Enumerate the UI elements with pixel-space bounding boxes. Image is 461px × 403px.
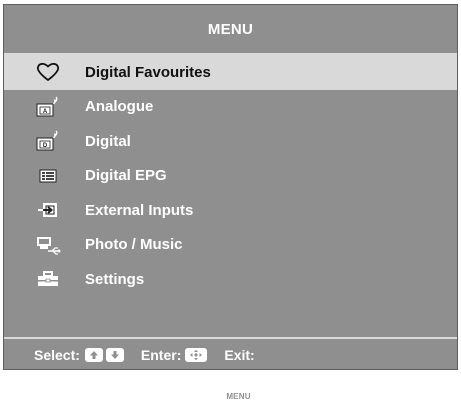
menu-list: Digital Favourites A Analogue D Digital … <box>4 55 457 297</box>
menu-item-digital-favourites[interactable]: Digital Favourites <box>4 55 457 90</box>
svg-text:D: D <box>43 143 48 149</box>
external-input-icon <box>34 199 62 221</box>
menu-item-digital[interactable]: D Digital <box>4 124 457 159</box>
enter-hint: Enter: <box>140 347 208 363</box>
menu-item-external-inputs[interactable]: External Inputs <box>4 193 457 228</box>
select-hint: Select: <box>34 347 124 363</box>
menu-item-label: Digital EPG <box>85 167 167 185</box>
svg-text:A: A <box>43 109 48 115</box>
menu-item-analogue[interactable]: A Analogue <box>4 90 457 125</box>
analogue-tv-icon: A <box>34 96 62 118</box>
usb-media-icon <box>34 234 62 256</box>
epg-guide-icon <box>34 165 62 187</box>
exit-hint: Exit: MENU <box>8 347 461 403</box>
arrow-up-icon <box>84 348 103 362</box>
menu-item-label: Photo / Music <box>85 236 183 254</box>
select-label: Select: <box>34 347 80 363</box>
menu-header: MENU <box>4 5 457 53</box>
menu-item-label: Digital Favourites <box>85 63 211 81</box>
menu-item-photo-music[interactable]: Photo / Music <box>4 228 457 263</box>
toolbox-icon <box>34 268 62 290</box>
arrow-down-icon <box>105 348 124 362</box>
menu-item-label: Settings <box>85 270 145 288</box>
enter-dpad-icon <box>185 348 208 362</box>
menu-item-label: Digital <box>85 132 131 150</box>
menu-title: MENU <box>207 20 254 38</box>
menu-item-label: External Inputs <box>85 201 194 219</box>
digital-tv-icon: D <box>34 130 62 152</box>
menu-item-label: Analogue <box>85 98 154 116</box>
menu-footer: Select: Enter: Exit: MENU <box>4 339 461 403</box>
enter-label: Enter: <box>140 347 182 363</box>
exit-label: Exit: <box>224 347 255 363</box>
heart-icon <box>34 61 62 83</box>
menu-item-digital-epg[interactable]: Digital EPG <box>4 159 457 194</box>
menu-key: MENU <box>8 389 461 403</box>
menu-item-settings[interactable]: Settings <box>4 262 457 297</box>
menu-panel: MENU Digital Favourites A Analogue D Dig… <box>3 4 461 403</box>
